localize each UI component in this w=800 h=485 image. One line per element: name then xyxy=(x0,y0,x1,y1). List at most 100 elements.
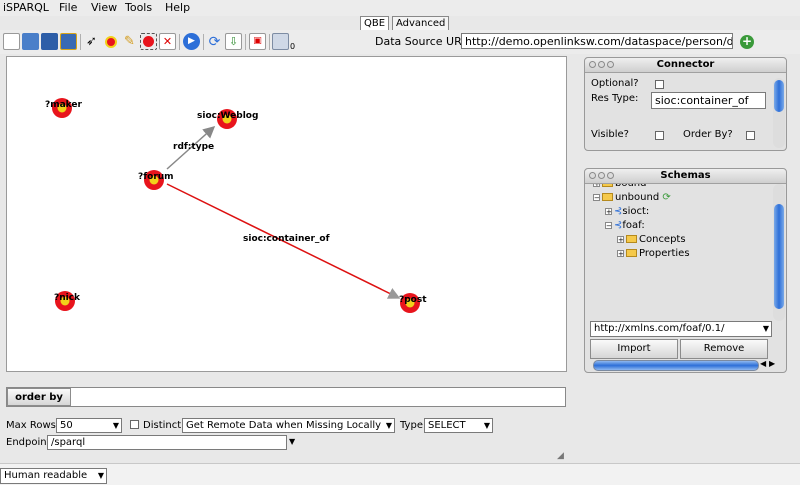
edit-pencil-icon[interactable]: ✎ xyxy=(121,33,138,50)
add-data-source-icon[interactable]: + xyxy=(740,35,754,49)
chevron-down-icon[interactable]: ▼ xyxy=(763,322,769,336)
menu-help[interactable]: Help xyxy=(165,1,190,14)
minimize-icon[interactable] xyxy=(598,61,605,68)
scroll-thumb[interactable] xyxy=(774,204,784,309)
import-button[interactable]: Import xyxy=(590,339,678,359)
tree-item-concepts[interactable]: + Concepts xyxy=(617,234,686,246)
data-source-badge: 0 xyxy=(290,42,296,51)
scroll-thumb[interactable] xyxy=(774,80,784,112)
collapse-icon[interactable]: − xyxy=(605,221,612,229)
chevron-down-icon[interactable]: ▼ xyxy=(386,419,392,432)
expand-icon[interactable]: + xyxy=(617,249,624,257)
expand-icon[interactable]: + xyxy=(617,235,624,243)
horizontal-scrollbar[interactable] xyxy=(593,360,759,371)
refresh-icon[interactable]: ⟳ xyxy=(206,33,223,50)
tree-label: Concepts xyxy=(639,234,686,245)
tree-label: Properties xyxy=(639,248,690,259)
distinct-checkbox[interactable] xyxy=(130,420,139,429)
visible-checkbox[interactable] xyxy=(655,131,664,140)
node-label: ?forum xyxy=(138,172,174,182)
new-file-icon[interactable] xyxy=(3,33,20,50)
toolbar-separator xyxy=(269,34,270,50)
tree-item-bound[interactable]: + bound xyxy=(593,184,647,190)
save-as-icon[interactable] xyxy=(60,33,77,50)
toolbar-separator xyxy=(179,34,180,50)
zoom-icon[interactable] xyxy=(607,61,614,68)
order-by-label: Order By? xyxy=(683,129,733,140)
run-icon[interactable]: ▶ xyxy=(183,33,200,50)
node-label: ?maker xyxy=(45,100,82,110)
res-type-input[interactable]: sioc:container_of xyxy=(651,92,766,109)
chevron-down-icon[interactable]: ▼ xyxy=(98,469,104,483)
chevron-down-icon[interactable]: ▼ xyxy=(113,419,119,432)
type-value: SELECT xyxy=(428,420,466,431)
expand-icon[interactable]: + xyxy=(605,207,612,215)
view-results-icon[interactable]: ▣ xyxy=(249,33,266,50)
order-by-field[interactable] xyxy=(6,387,566,407)
menu-tools[interactable]: Tools xyxy=(125,1,152,14)
max-rows-select[interactable]: 50 ▼ xyxy=(56,418,122,433)
toolbar-separator xyxy=(245,34,246,50)
close-icon[interactable] xyxy=(589,172,596,179)
refresh-icon[interactable]: ⟳ xyxy=(662,192,670,203)
close-icon[interactable] xyxy=(589,61,596,68)
tree-item-unbound[interactable]: − unbound ⟳ xyxy=(593,192,671,204)
output-format-value: Human readable xyxy=(4,470,88,481)
connector-panel: Connector Optional? Res Type: sioc:conta… xyxy=(584,57,787,151)
endpoint-input[interactable]: /sparql xyxy=(47,435,287,450)
schema-uri-value: http://xmlns.com/foaf/0.1/ xyxy=(594,323,725,334)
output-format-select[interactable]: Human readable ▼ xyxy=(0,468,107,484)
toolbar-separator xyxy=(203,34,204,50)
save-icon[interactable] xyxy=(41,33,58,50)
collapse-icon[interactable]: − xyxy=(593,193,600,201)
minimize-icon[interactable] xyxy=(598,172,605,179)
optional-checkbox[interactable] xyxy=(655,80,664,89)
tree-item-sioct[interactable]: + ⊰sioct: xyxy=(605,206,649,218)
remove-button[interactable]: Remove xyxy=(680,339,768,359)
open-folder-icon[interactable] xyxy=(22,33,39,50)
distinct-label: Distinct xyxy=(143,420,182,431)
order-by-button[interactable]: order by xyxy=(7,388,71,406)
tree-item-foaf[interactable]: − ⊰foaf: xyxy=(605,220,645,232)
max-rows-value: 50 xyxy=(60,420,73,431)
collapse-icon[interactable]: + xyxy=(593,184,600,187)
res-type-label: Res Type: xyxy=(591,93,639,104)
node-label: ?post xyxy=(399,295,427,305)
import-icon[interactable]: ⇩ xyxy=(225,33,242,50)
data-source-input[interactable]: http://demo.openlinksw.com/dataspace/per… xyxy=(461,33,733,49)
connector-scrollbar[interactable] xyxy=(773,78,785,148)
remote-data-value: Get Remote Data when Missing Locally xyxy=(186,420,382,431)
order-by-checkbox[interactable] xyxy=(746,131,755,140)
zoom-icon[interactable] xyxy=(607,172,614,179)
menu-file[interactable]: File xyxy=(59,1,77,14)
schemas-scrollbar[interactable] xyxy=(773,184,785,321)
max-rows-label: Max Rows xyxy=(6,420,56,431)
menu-app[interactable]: iSPARQL xyxy=(3,1,49,14)
chevron-down-icon[interactable]: ▼ xyxy=(484,419,490,432)
status-bar xyxy=(0,463,800,485)
tab-advanced[interactable]: Advanced xyxy=(392,16,450,31)
edge-label: sioc:container_of xyxy=(243,234,330,244)
query-canvas[interactable]: ?maker sioc:Weblog ?forum ?nick ?post rd… xyxy=(6,56,567,372)
chevron-down-icon[interactable]: ▼ xyxy=(289,437,295,446)
delete-icon[interactable]: ✕ xyxy=(159,33,176,50)
add-node-icon[interactable] xyxy=(102,33,119,50)
scroll-right-icon[interactable]: ▶ xyxy=(769,359,775,368)
tab-qbe[interactable]: QBE xyxy=(360,16,390,31)
visible-label: Visible? xyxy=(591,129,629,140)
data-source-icon[interactable] xyxy=(272,33,289,50)
folder-icon xyxy=(626,249,637,257)
remove-node-icon[interactable] xyxy=(140,33,157,50)
menubar: iSPARQL File View Tools Help xyxy=(0,0,800,16)
menu-view[interactable]: View xyxy=(91,1,117,14)
schema-uri-select[interactable]: http://xmlns.com/foaf/0.1/ ▼ xyxy=(590,321,772,337)
folder-icon xyxy=(626,235,637,243)
type-select[interactable]: SELECT ▼ xyxy=(424,418,493,433)
schema-tree: + bound − unbound ⟳ +⊰sioct: −⊰foaf: + Conc… xyxy=(589,184,772,317)
tree-label: unbound xyxy=(615,192,660,203)
tree-item-properties[interactable]: + Properties xyxy=(617,248,690,260)
select-pointer-icon[interactable]: ➶ xyxy=(83,33,100,50)
scroll-left-icon[interactable]: ◀ xyxy=(760,359,766,368)
resize-grip-icon[interactable]: ◢ xyxy=(557,451,564,461)
remote-data-select[interactable]: Get Remote Data when Missing Locally ▼ xyxy=(182,418,395,433)
